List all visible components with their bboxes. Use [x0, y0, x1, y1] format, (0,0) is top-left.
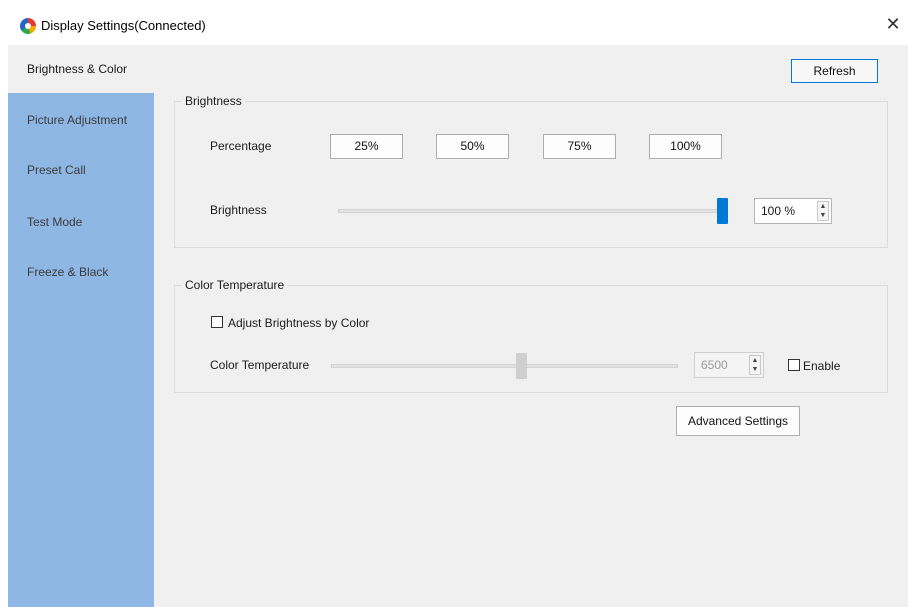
close-icon[interactable]: ✕	[882, 13, 904, 35]
brightness-slider-track[interactable]	[338, 209, 728, 213]
color-temperature-slider-label: Color Temperature	[210, 358, 310, 372]
sidebar: Brightness & Color Picture Adjustment Pr…	[8, 45, 154, 607]
title-bar: Display Settings(Connected) ✕	[8, 7, 908, 45]
preset-75-button[interactable]: 75%	[543, 134, 616, 159]
preset-100-button[interactable]: 100%	[649, 134, 722, 159]
preset-50-button[interactable]: 50%	[436, 134, 509, 159]
spin-down-icon[interactable]: ▼	[818, 211, 828, 220]
adjust-brightness-label[interactable]: Adjust Brightness by Color	[228, 316, 369, 330]
sidebar-item-brightness-color[interactable]: Brightness & Color	[8, 45, 154, 93]
sidebar-item-test-mode[interactable]: Test Mode	[8, 198, 154, 246]
brightness-group-title: Brightness	[182, 94, 245, 108]
enable-checkbox[interactable]	[788, 359, 800, 371]
color-temperature-slider-track[interactable]	[331, 364, 678, 368]
color-temperature-group-title: Color Temperature	[182, 278, 288, 292]
sidebar-item-picture-adjustment[interactable]: Picture Adjustment	[8, 96, 154, 144]
brightness-spin-value: 100 %	[761, 204, 796, 218]
sidebar-item-freeze-black[interactable]: Freeze & Black	[8, 248, 154, 296]
spin-up-icon[interactable]: ▲	[750, 356, 760, 365]
brightness-spin-arrows[interactable]: ▲ ▼	[817, 201, 829, 221]
enable-label[interactable]: Enable	[803, 359, 840, 373]
brightness-group	[174, 101, 888, 248]
preset-25-button[interactable]: 25%	[330, 134, 403, 159]
percentage-label: Percentage	[210, 139, 272, 153]
spin-down-icon[interactable]: ▼	[750, 365, 760, 374]
color-temperature-spin-value: 6500	[701, 358, 728, 372]
color-temperature-spin-arrows[interactable]: ▲ ▼	[749, 355, 761, 375]
advanced-settings-button[interactable]: Advanced Settings	[676, 406, 800, 436]
refresh-button[interactable]: Refresh	[791, 59, 878, 83]
color-temperature-spinbox[interactable]: 6500 ▲ ▼	[694, 352, 764, 378]
color-temperature-group	[174, 285, 888, 393]
brightness-slider-thumb[interactable]	[717, 198, 728, 224]
brightness-spinbox[interactable]: 100 % ▲ ▼	[754, 198, 832, 224]
spin-up-icon[interactable]: ▲	[818, 202, 828, 211]
app-logo-icon	[20, 18, 36, 34]
brightness-slider-label: Brightness	[210, 203, 267, 217]
settings-window: Brightness & Color Picture Adjustment Pr…	[8, 45, 908, 607]
adjust-brightness-checkbox[interactable]	[211, 316, 223, 328]
window-title: Display Settings(Connected)	[41, 18, 206, 33]
color-temperature-slider-thumb[interactable]	[515, 353, 527, 379]
sidebar-item-preset-call[interactable]: Preset Call	[8, 146, 154, 194]
